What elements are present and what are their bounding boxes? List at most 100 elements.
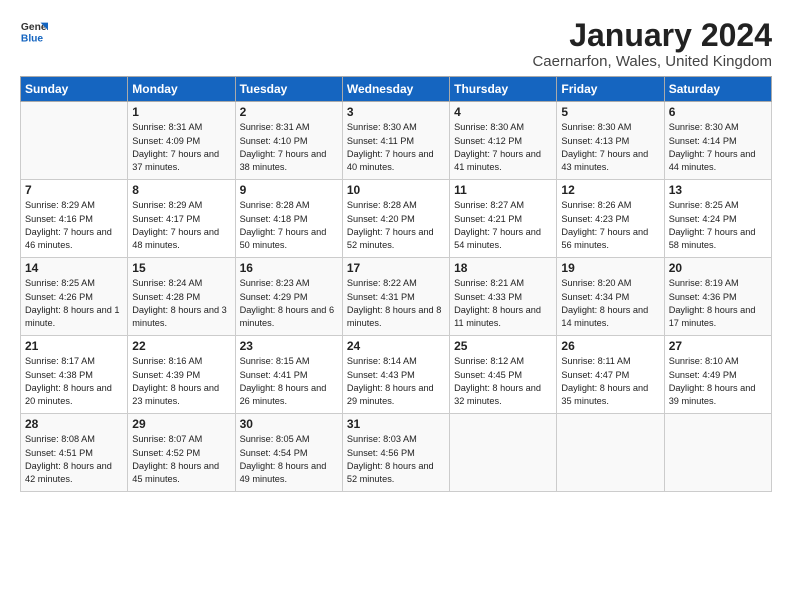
day-number: 3 [347,105,445,119]
day-detail: Sunrise: 8:20 AMSunset: 4:34 PMDaylight:… [561,277,659,330]
day-number: 8 [132,183,230,197]
day-detail: Sunrise: 8:28 AMSunset: 4:18 PMDaylight:… [240,199,338,252]
day-detail: Sunrise: 8:05 AMSunset: 4:54 PMDaylight:… [240,433,338,486]
week-row-5: 28 Sunrise: 8:08 AMSunset: 4:51 PMDayligh… [21,414,772,492]
day-number: 2 [240,105,338,119]
calendar-cell: 19 Sunrise: 8:20 AMSunset: 4:34 PMDayligh… [557,258,664,336]
day-number: 25 [454,339,552,353]
day-detail: Sunrise: 8:14 AMSunset: 4:43 PMDaylight:… [347,355,445,408]
calendar-cell: 7 Sunrise: 8:29 AMSunset: 4:16 PMDaylight… [21,180,128,258]
calendar-cell: 9 Sunrise: 8:28 AMSunset: 4:18 PMDaylight… [235,180,342,258]
calendar-cell: 11 Sunrise: 8:27 AMSunset: 4:21 PMDayligh… [450,180,557,258]
day-detail: Sunrise: 8:29 AMSunset: 4:16 PMDaylight:… [25,199,123,252]
day-number: 21 [25,339,123,353]
day-detail: Sunrise: 8:30 AMSunset: 4:11 PMDaylight:… [347,121,445,174]
day-number: 14 [25,261,123,275]
calendar-cell: 30 Sunrise: 8:05 AMSunset: 4:54 PMDayligh… [235,414,342,492]
calendar-cell: 2 Sunrise: 8:31 AMSunset: 4:10 PMDaylight… [235,102,342,180]
day-number: 26 [561,339,659,353]
svg-text:Blue: Blue [21,33,44,44]
calendar-cell [557,414,664,492]
day-detail: Sunrise: 8:07 AMSunset: 4:52 PMDaylight:… [132,433,230,486]
calendar-cell: 20 Sunrise: 8:19 AMSunset: 4:36 PMDayligh… [664,258,771,336]
day-detail: Sunrise: 8:29 AMSunset: 4:17 PMDaylight:… [132,199,230,252]
calendar-cell: 25Sunrise: 8:12 AMSunset: 4:45 PMDayligh… [450,336,557,414]
day-detail: Sunrise: 8:19 AMSunset: 4:36 PMDaylight:… [669,277,767,330]
day-number: 30 [240,417,338,431]
calendar-cell: 14 Sunrise: 8:25 AMSunset: 4:26 PMDayligh… [21,258,128,336]
day-number: 19 [561,261,659,275]
calendar-cell: 21Sunrise: 8:17 AMSunset: 4:38 PMDayligh… [21,336,128,414]
calendar-cell: 10Sunrise: 8:28 AMSunset: 4:20 PMDayligh… [342,180,449,258]
day-header-wednesday: Wednesday [342,77,449,102]
calendar-cell [664,414,771,492]
logo: General Blue [20,18,48,46]
day-detail: Sunrise: 8:08 AMSunset: 4:51 PMDaylight:… [25,433,123,486]
day-header-thursday: Thursday [450,77,557,102]
day-number: 5 [561,105,659,119]
day-detail: Sunrise: 8:11 AMSunset: 4:47 PMDaylight:… [561,355,659,408]
day-detail: Sunrise: 8:30 AMSunset: 4:12 PMDaylight:… [454,121,552,174]
day-detail: Sunrise: 8:25 AMSunset: 4:26 PMDaylight:… [25,277,123,330]
calendar-cell: 24 Sunrise: 8:14 AMSunset: 4:43 PMDayligh… [342,336,449,414]
day-header-saturday: Saturday [664,77,771,102]
day-detail: Sunrise: 8:16 AMSunset: 4:39 PMDaylight:… [132,355,230,408]
calendar-cell: 3 Sunrise: 8:30 AMSunset: 4:11 PMDaylight… [342,102,449,180]
day-detail: Sunrise: 8:30 AMSunset: 4:13 PMDaylight:… [561,121,659,174]
calendar-cell [21,102,128,180]
calendar-page: General Blue January 2024 Caernarfon, Wa… [0,0,792,612]
day-number: 20 [669,261,767,275]
header: General Blue January 2024 Caernarfon, Wa… [20,18,772,70]
day-number: 9 [240,183,338,197]
header-row: SundayMondayTuesdayWednesdayThursdayFrid… [21,77,772,102]
calendar-cell: 4 Sunrise: 8:30 AMSunset: 4:12 PMDaylight… [450,102,557,180]
day-detail: Sunrise: 8:25 AMSunset: 4:24 PMDaylight:… [669,199,767,252]
day-detail: Sunrise: 8:15 AMSunset: 4:41 PMDaylight:… [240,355,338,408]
day-number: 28 [25,417,123,431]
day-number: 31 [347,417,445,431]
calendar-cell: 1 Sunrise: 8:31 AMSunset: 4:09 PMDaylight… [128,102,235,180]
calendar-cell: 22 Sunrise: 8:16 AMSunset: 4:39 PMDayligh… [128,336,235,414]
day-detail: Sunrise: 8:10 AMSunset: 4:49 PMDaylight:… [669,355,767,408]
day-number: 22 [132,339,230,353]
calendar-cell: 15 Sunrise: 8:24 AMSunset: 4:28 PMDayligh… [128,258,235,336]
day-header-sunday: Sunday [21,77,128,102]
day-number: 4 [454,105,552,119]
calendar-cell: 28 Sunrise: 8:08 AMSunset: 4:51 PMDayligh… [21,414,128,492]
day-number: 10 [347,183,445,197]
day-detail: Sunrise: 8:22 AMSunset: 4:31 PMDaylight:… [347,277,445,330]
day-number: 1 [132,105,230,119]
day-number: 18 [454,261,552,275]
day-number: 17 [347,261,445,275]
day-detail: Sunrise: 8:27 AMSunset: 4:21 PMDaylight:… [454,199,552,252]
day-detail: Sunrise: 8:31 AMSunset: 4:09 PMDaylight:… [132,121,230,174]
day-number: 11 [454,183,552,197]
day-number: 13 [669,183,767,197]
calendar-cell: 26 Sunrise: 8:11 AMSunset: 4:47 PMDayligh… [557,336,664,414]
calendar-cell: 31Sunrise: 8:03 AMSunset: 4:56 PMDayligh… [342,414,449,492]
day-detail: Sunrise: 8:31 AMSunset: 4:10 PMDaylight:… [240,121,338,174]
title-block: January 2024 Caernarfon, Wales, United K… [532,18,772,70]
week-row-1: 1 Sunrise: 8:31 AMSunset: 4:09 PMDaylight… [21,102,772,180]
calendar-cell: 17 Sunrise: 8:22 AMSunset: 4:31 PMDayligh… [342,258,449,336]
day-detail: Sunrise: 8:30 AMSunset: 4:14 PMDaylight:… [669,121,767,174]
calendar-table: SundayMondayTuesdayWednesdayThursdayFrid… [20,76,772,492]
day-number: 27 [669,339,767,353]
day-number: 6 [669,105,767,119]
day-header-monday: Monday [128,77,235,102]
day-detail: Sunrise: 8:26 AMSunset: 4:23 PMDaylight:… [561,199,659,252]
calendar-cell: 6 Sunrise: 8:30 AMSunset: 4:14 PMDaylight… [664,102,771,180]
day-number: 24 [347,339,445,353]
day-number: 16 [240,261,338,275]
week-row-2: 7 Sunrise: 8:29 AMSunset: 4:16 PMDaylight… [21,180,772,258]
calendar-cell: 12Sunrise: 8:26 AMSunset: 4:23 PMDayligh… [557,180,664,258]
calendar-cell: 16Sunrise: 8:23 AMSunset: 4:29 PMDayligh… [235,258,342,336]
calendar-cell: 13 Sunrise: 8:25 AMSunset: 4:24 PMDayligh… [664,180,771,258]
calendar-cell [450,414,557,492]
day-number: 7 [25,183,123,197]
day-number: 15 [132,261,230,275]
main-title: January 2024 [532,18,772,53]
subtitle: Caernarfon, Wales, United Kingdom [532,53,772,70]
calendar-cell: 18Sunrise: 8:21 AMSunset: 4:33 PMDayligh… [450,258,557,336]
day-detail: Sunrise: 8:24 AMSunset: 4:28 PMDaylight:… [132,277,230,330]
